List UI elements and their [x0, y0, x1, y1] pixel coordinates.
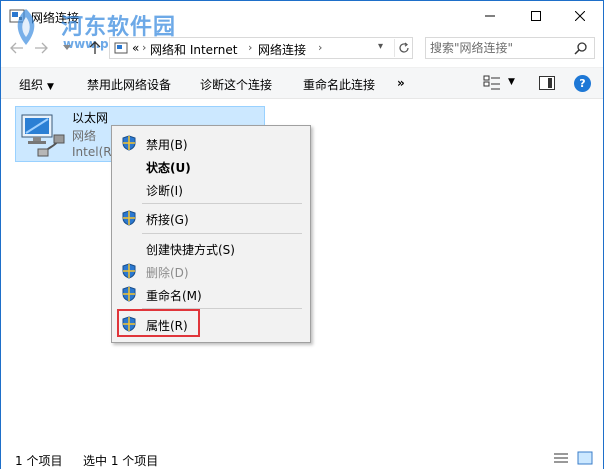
change-view-icon[interactable] [483, 75, 501, 91]
maximize-icon [531, 11, 541, 21]
arrow-up-icon [89, 41, 101, 54]
rename-button[interactable]: 重命名此连接 [303, 76, 375, 93]
recent-locations-button[interactable] [59, 40, 75, 56]
uac-shield-icon [122, 286, 136, 302]
details-view-icon[interactable] [553, 451, 569, 465]
organize-button[interactable]: 组织 ▼ [19, 76, 54, 93]
menu-item-rename[interactable]: 重命名(M) [115, 283, 307, 305]
menu-item-rename-label: 重命名(M) [146, 289, 202, 303]
more-commands-button[interactable]: » [397, 76, 405, 90]
refresh-icon [398, 42, 409, 53]
breadcrumb-network-internet[interactable]: 网络和 Internet [150, 41, 237, 58]
diagnose-button[interactable]: 诊断这个连接 [200, 76, 272, 93]
breadcrumb-overflow[interactable]: « [132, 41, 139, 55]
chevron-down-icon [63, 45, 71, 50]
menu-item-disable-label: 禁用(B) [146, 138, 188, 152]
minimize-icon [485, 15, 495, 17]
window-title: 网络连接 [31, 11, 80, 25]
preview-pane-icon[interactable] [539, 76, 555, 90]
explorer-window: 网络连接 河东软件园 www.pc0359.cn [0, 0, 604, 469]
large-icons-view-icon[interactable] [577, 451, 593, 465]
chevron-right-icon: › [318, 41, 323, 54]
menu-item-bridge[interactable]: 桥接(G) [115, 207, 307, 229]
chevron-right-icon: › [142, 41, 147, 54]
arrow-right-icon [35, 42, 48, 54]
forward-button[interactable] [33, 40, 49, 56]
refresh-button[interactable] [394, 39, 412, 57]
minimize-button[interactable] [467, 1, 513, 31]
back-button[interactable] [9, 40, 25, 56]
menu-item-bridge-label: 桥接(G) [146, 213, 189, 227]
search-icon [574, 42, 587, 55]
uac-shield-icon [122, 210, 136, 226]
caret-down-icon[interactable]: ▼ [508, 77, 515, 87]
menu-separator [142, 203, 302, 204]
context-menu: 禁用(B) 状态(U) 诊断(I) 桥接(G) 创建快捷方式(S) 删除(D) … [111, 125, 311, 343]
close-icon [575, 11, 585, 21]
menu-item-delete-label: 删除(D) [146, 266, 189, 280]
selected-count: 选中 1 个项目 [83, 454, 159, 468]
address-dropdown-icon[interactable]: ▾ [378, 41, 383, 52]
help-icon[interactable]: ? [574, 75, 591, 92]
status-bar: 1 个项目 选中 1 个项目 [1, 447, 603, 469]
menu-item-create-shortcut[interactable]: 创建快捷方式(S) [115, 237, 307, 259]
uac-shield-icon [122, 263, 136, 279]
uac-shield-icon [122, 135, 136, 151]
organize-label: 组织 [19, 78, 44, 92]
item-count: 1 个项目 [15, 454, 63, 468]
connection-status: 网络 [72, 129, 97, 143]
close-button[interactable] [557, 1, 603, 31]
network-folder-icon [114, 42, 128, 54]
menu-separator [142, 233, 302, 234]
menu-item-diagnose-label: 诊断(I) [146, 184, 183, 198]
chevron-right-icon: › [248, 41, 253, 54]
connection-name: 以太网 [72, 111, 109, 125]
network-folder-icon [9, 9, 25, 23]
caret-down-icon: ▼ [47, 82, 54, 92]
up-button[interactable] [87, 40, 103, 56]
menu-item-disable[interactable]: 禁用(B) [115, 132, 307, 154]
search-box[interactable] [425, 37, 595, 59]
arrow-left-icon [10, 42, 23, 54]
menu-item-shortcut-label: 创建快捷方式(S) [146, 243, 235, 257]
address-bar[interactable]: « › 网络和 Internet › 网络连接 › ▾ [109, 37, 413, 59]
menu-item-status-label: 状态(U) [146, 161, 191, 175]
highlight-annotation [117, 309, 200, 337]
menu-item-status[interactable]: 状态(U) [115, 155, 307, 177]
maximize-button[interactable] [513, 1, 559, 31]
connection-adapter: Intel(R [72, 145, 112, 159]
address-row: « › 网络和 Internet › 网络连接 › ▾ [1, 31, 603, 65]
menu-item-delete[interactable]: 删除(D) [115, 260, 307, 282]
menu-item-diagnose[interactable]: 诊断(I) [115, 178, 307, 200]
ethernet-adapter-icon [21, 114, 65, 157]
search-input[interactable] [430, 40, 570, 56]
title-bar: 网络连接 河东软件园 www.pc0359.cn [1, 1, 603, 51]
disable-device-button[interactable]: 禁用此网络设备 [87, 76, 171, 93]
breadcrumb-network-connections[interactable]: 网络连接 [258, 41, 306, 58]
command-bar: 组织 ▼ 禁用此网络设备 诊断这个连接 重命名此连接 » ▼ ? [1, 67, 603, 99]
